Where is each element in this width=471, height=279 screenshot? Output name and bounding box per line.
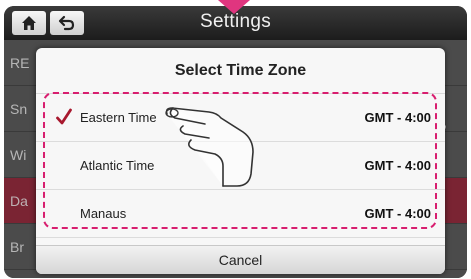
settings-item-label: RE: [10, 54, 30, 71]
settings-item-label: Sn: [10, 100, 28, 117]
time-zone-name: Atlantic Time: [80, 158, 155, 173]
settings-item-label: Da: [10, 192, 28, 209]
time-zone-offset: GMT - 4:00: [364, 158, 431, 173]
time-zone-dialog: Select Time Zone Eastern Time GMT - 4:00…: [36, 48, 445, 274]
time-zone-name: Manaus: [80, 206, 127, 221]
settings-item-label: Br: [10, 238, 24, 255]
cancel-button[interactable]: Cancel: [36, 245, 445, 274]
settings-item-label: Wi: [10, 146, 27, 163]
page-title: Settings: [199, 11, 272, 32]
time-zone-option-atlantic[interactable]: Atlantic Time GMT - 4:00: [36, 142, 445, 190]
device-screen: Settings RE Sn Wi Da Br , Select Time Zo…: [4, 6, 467, 278]
time-zone-option-manaus[interactable]: Manaus GMT - 4:00: [36, 190, 445, 238]
time-zone-name: Eastern Time: [80, 110, 157, 125]
callout-pointer: [218, 0, 250, 14]
time-zone-list: Eastern Time GMT - 4:00 Atlantic Time GM…: [36, 94, 445, 242]
time-zone-offset: GMT - 4:00: [364, 206, 431, 221]
checkmark-icon: [56, 108, 72, 125]
time-zone-offset: GMT - 4:00: [364, 110, 431, 125]
dialog-title: Select Time Zone: [36, 48, 445, 94]
time-zone-option-eastern[interactable]: Eastern Time GMT - 4:00: [36, 94, 445, 142]
